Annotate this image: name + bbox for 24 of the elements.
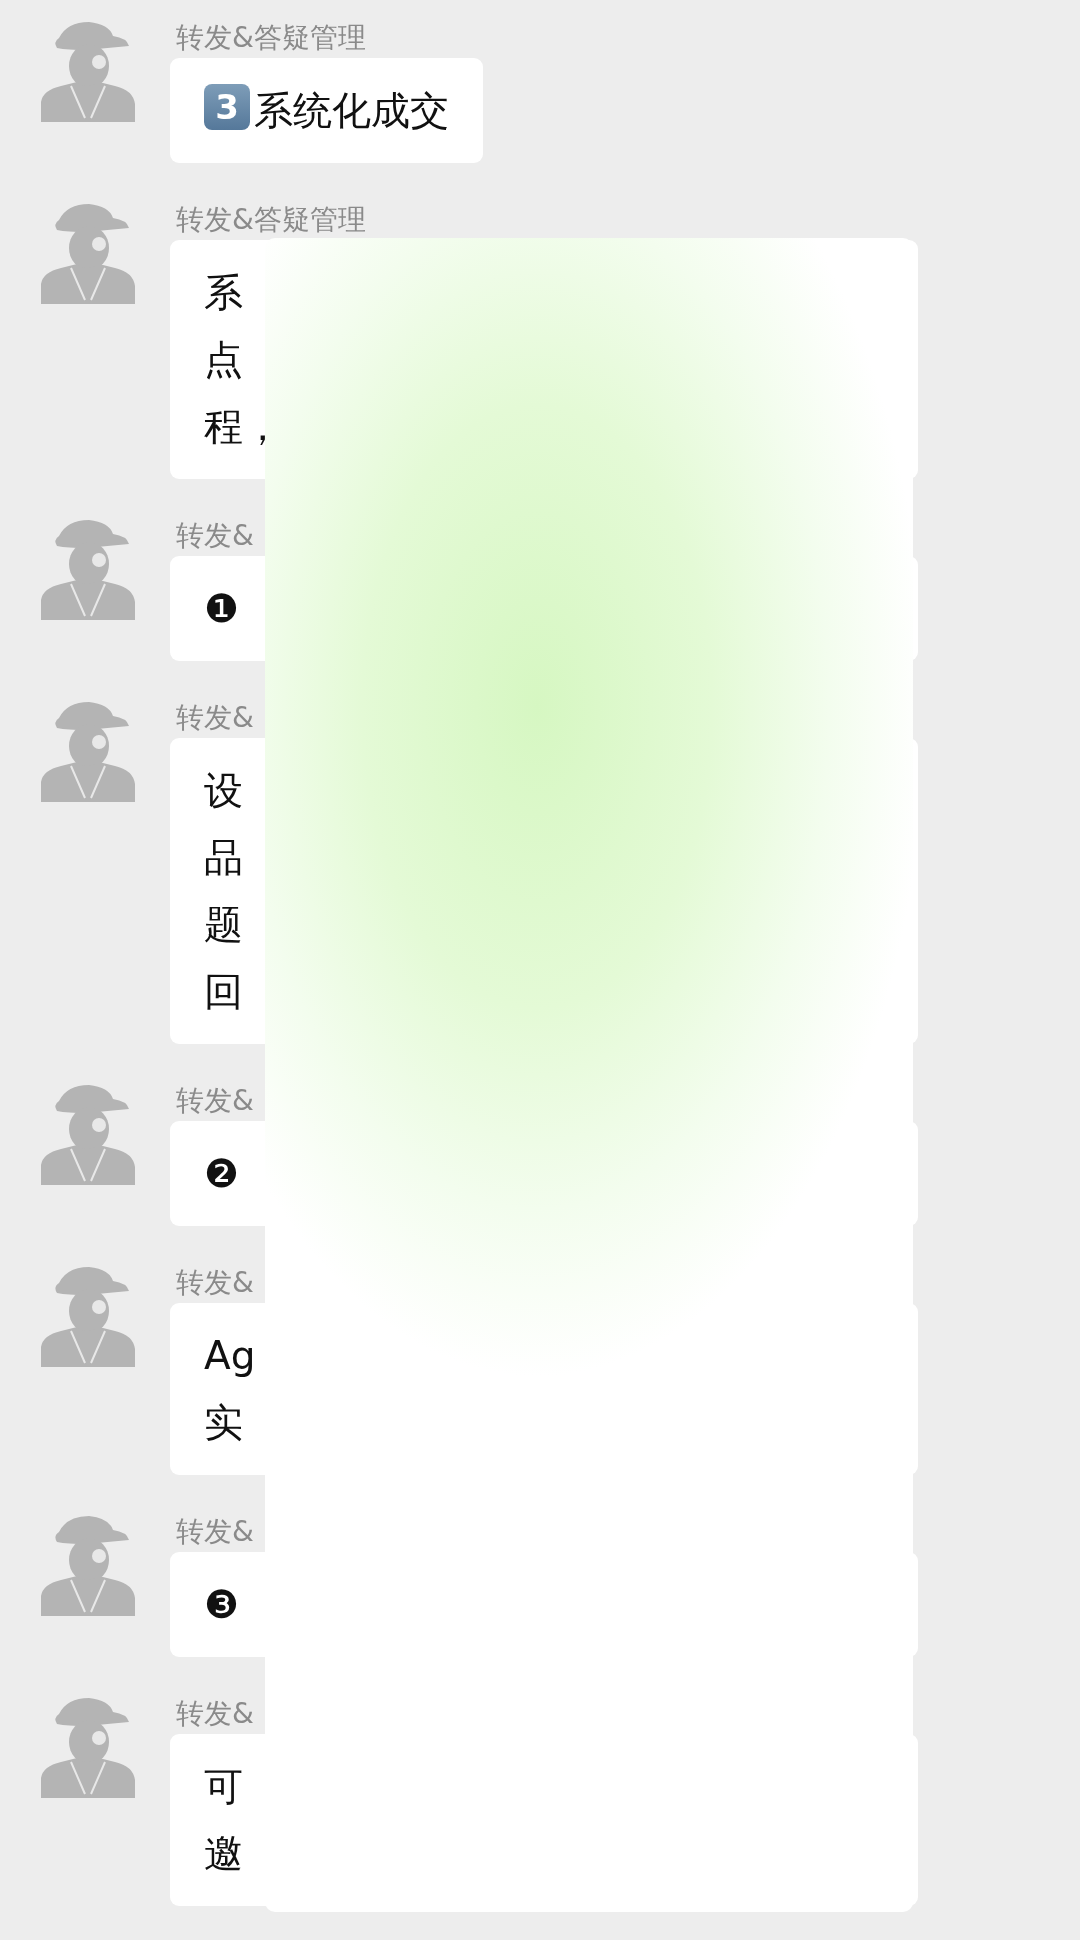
- sender-name: 转发&: [176, 1083, 255, 1119]
- sender-name: 转发&答疑管理: [176, 202, 367, 238]
- message-text: Ag: [204, 1332, 257, 1380]
- message-text: 实: [204, 1399, 244, 1447]
- message-text: ❶: [204, 585, 240, 633]
- sender-name: 转发&: [176, 700, 255, 736]
- message-text: 品: [204, 834, 244, 882]
- sender-name: 转发&答疑管理: [176, 20, 367, 56]
- message-text: 可: [204, 1763, 244, 1811]
- number-badge: 3: [204, 83, 250, 130]
- message-text: 系: [204, 269, 244, 317]
- sender-name: 转发&: [176, 1696, 255, 1732]
- message-text: 点: [204, 336, 244, 384]
- message-text: ❷: [204, 1150, 240, 1198]
- sender-name: 转发&: [176, 518, 255, 554]
- message-text: 程，: [204, 403, 283, 451]
- message-text: 系统化成交: [254, 87, 449, 135]
- message-text: 设: [204, 767, 244, 815]
- message-text: 题: [204, 901, 244, 949]
- sender-name: 转发&: [176, 1514, 255, 1550]
- message-text: 邀: [204, 1830, 244, 1878]
- message-text: 回: [204, 968, 244, 1016]
- sender-name: 转发&: [176, 1265, 255, 1301]
- message-text: ❸: [204, 1581, 240, 1629]
